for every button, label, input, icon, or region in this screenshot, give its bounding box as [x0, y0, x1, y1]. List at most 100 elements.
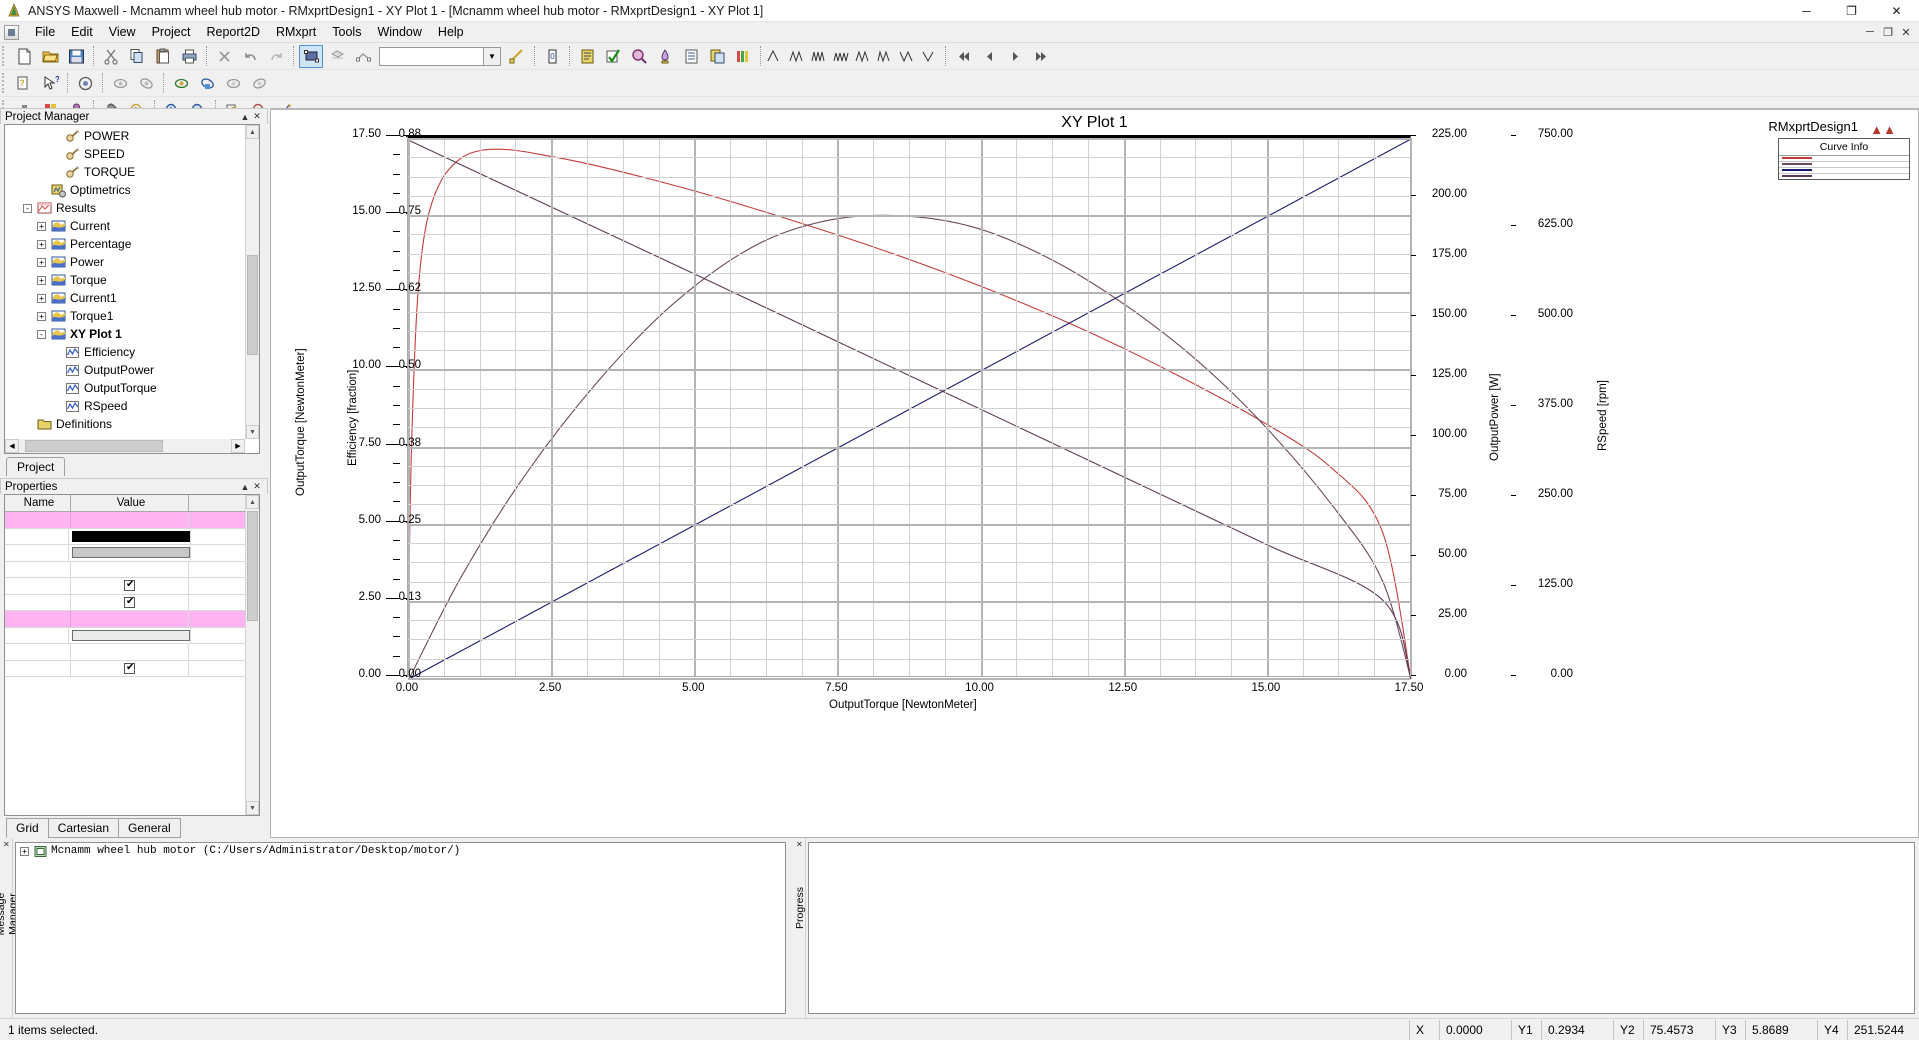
paste-icon[interactable]: [151, 45, 175, 68]
property-value[interactable]: [69, 528, 191, 544]
expander-icon[interactable]: +: [20, 846, 29, 856]
property-value[interactable]: [69, 545, 191, 561]
tab-cartesian[interactable]: Cartesian: [47, 818, 120, 838]
property-row[interactable]: [5, 545, 245, 562]
tab-project[interactable]: Project: [6, 457, 66, 476]
view-4-icon[interactable]: [247, 72, 271, 95]
select-edge-icon[interactable]: [351, 45, 375, 68]
variable-combo[interactable]: ▼: [379, 46, 501, 66]
copy-icon[interactable]: [125, 45, 149, 68]
measure-icon[interactable]: [505, 45, 529, 68]
minimize-button[interactable]: ─: [1784, 0, 1829, 22]
tab-grid[interactable]: Grid: [6, 818, 49, 838]
nav-prev-icon[interactable]: [977, 45, 1001, 68]
delete-x-icon[interactable]: [212, 45, 236, 68]
nav-next-icon[interactable]: [1003, 45, 1027, 68]
scroll-up-icon[interactable]: ▲: [246, 125, 259, 139]
project-tree[interactable]: POWER SPEED TORQUE Optimetrics - Results + Curr…: [4, 124, 260, 454]
view-1-icon[interactable]: [169, 72, 193, 95]
view-2-icon[interactable]: [195, 72, 219, 95]
checkbox[interactable]: [124, 662, 135, 674]
list-icon[interactable]: [575, 45, 599, 68]
rotate-2-icon[interactable]: [134, 72, 158, 95]
properties-vertical-scrollbar[interactable]: ▲ ▼: [245, 495, 259, 815]
tree-item-efficiency[interactable]: Efficiency: [5, 343, 245, 361]
property-value[interactable]: [71, 594, 189, 610]
tree-item-torque[interactable]: TORQUE: [5, 163, 245, 181]
save-icon[interactable]: [64, 45, 88, 68]
property-row[interactable]: [5, 561, 245, 578]
tree-item-current[interactable]: + Current: [5, 217, 245, 235]
property-row[interactable]: [5, 611, 245, 628]
collapse-icon[interactable]: -: [37, 329, 46, 339]
mdi-minimize-button[interactable]: ─: [1861, 24, 1879, 40]
wave-3-icon[interactable]: [810, 45, 830, 67]
tree-horizontal-scrollbar[interactable]: ◀ ▶: [5, 439, 245, 453]
view-3-icon[interactable]: [221, 72, 245, 95]
analyze-icon[interactable]: [627, 45, 651, 68]
property-row[interactable]: [5, 627, 245, 644]
nav-last-icon[interactable]: [1029, 45, 1053, 68]
tree-item-results[interactable]: - Results: [5, 199, 245, 217]
expand-icon[interactable]: +: [37, 311, 46, 321]
close-icon[interactable]: ✕: [251, 481, 263, 492]
color-swatch[interactable]: [71, 547, 190, 559]
wave-8-icon[interactable]: [920, 45, 940, 67]
color-swatch[interactable]: [71, 629, 190, 641]
toolbar-grip[interactable]: [2, 73, 9, 93]
property-row[interactable]: [5, 512, 245, 529]
tree-item-power[interactable]: + Power: [5, 253, 245, 271]
scroll-right-icon[interactable]: ▶: [231, 439, 245, 453]
document-system-icon[interactable]: [4, 24, 19, 40]
plot-grid[interactable]: [407, 135, 1412, 680]
message-list[interactable]: + Mcnamm wheel hub motor (C:/Users/Admin…: [15, 842, 786, 1014]
tree-item-optimetrics[interactable]: Optimetrics: [5, 181, 245, 199]
field-overlay-icon[interactable]: [653, 45, 677, 68]
whats-this-icon[interactable]: ?: [38, 72, 62, 95]
cut-scissors-icon[interactable]: [99, 45, 123, 68]
wave-5-icon[interactable]: [854, 45, 874, 67]
expand-icon[interactable]: +: [37, 239, 46, 249]
maximize-button[interactable]: ❐: [1829, 0, 1874, 22]
scroll-down-icon[interactable]: ▼: [246, 425, 259, 439]
property-value[interactable]: [71, 660, 189, 676]
menu-rmxprt[interactable]: RMxprt: [268, 23, 324, 41]
view-fit-icon[interactable]: [73, 72, 97, 95]
close-icon[interactable]: ✕: [3, 840, 10, 849]
validate-check-icon[interactable]: [601, 45, 625, 68]
menu-tools[interactable]: Tools: [324, 23, 369, 41]
tab-general[interactable]: General: [118, 818, 181, 838]
pin-icon[interactable]: ▲: [239, 482, 251, 492]
report-icon[interactable]: [679, 45, 703, 68]
redo-icon[interactable]: [264, 45, 288, 68]
wave-4-icon[interactable]: [832, 45, 852, 67]
help-context-icon[interactable]: ?: [12, 72, 36, 95]
scroll-thumb[interactable]: [247, 511, 258, 621]
checkbox[interactable]: [124, 579, 135, 592]
expand-icon[interactable]: +: [37, 221, 46, 231]
menu-help[interactable]: Help: [430, 23, 472, 41]
mdi-restore-button[interactable]: ❐: [1879, 24, 1897, 40]
scroll-left-icon[interactable]: ◀: [5, 439, 19, 453]
property-value[interactable]: [69, 627, 191, 643]
property-row[interactable]: [5, 578, 245, 595]
scroll-down-icon[interactable]: ▼: [246, 801, 259, 815]
mdi-close-button[interactable]: ✕: [1897, 24, 1915, 40]
new-document-icon[interactable]: [12, 45, 36, 68]
copy-table-icon[interactable]: [705, 45, 729, 68]
message-row[interactable]: + Mcnamm wheel hub motor (C:/Users/Admin…: [16, 843, 785, 859]
tree-item-definitions[interactable]: Definitions: [5, 415, 245, 433]
menu-file[interactable]: File: [27, 23, 63, 41]
progress-tab[interactable]: ✕ Progress: [793, 838, 806, 1018]
expand-icon[interactable]: +: [37, 293, 46, 303]
close-icon[interactable]: ✕: [796, 840, 803, 849]
property-value[interactable]: [71, 561, 189, 577]
color-swatch[interactable]: [71, 530, 190, 542]
pin-icon[interactable]: ▲: [239, 112, 251, 122]
wave-6-icon[interactable]: [876, 45, 896, 67]
tree-item-outputtorque[interactable]: OutputTorque: [5, 379, 245, 397]
expand-icon[interactable]: +: [37, 275, 46, 285]
toolbar-grip[interactable]: [2, 46, 9, 66]
tree-item-speed[interactable]: SPEED: [5, 145, 245, 163]
property-row[interactable]: [5, 528, 245, 545]
